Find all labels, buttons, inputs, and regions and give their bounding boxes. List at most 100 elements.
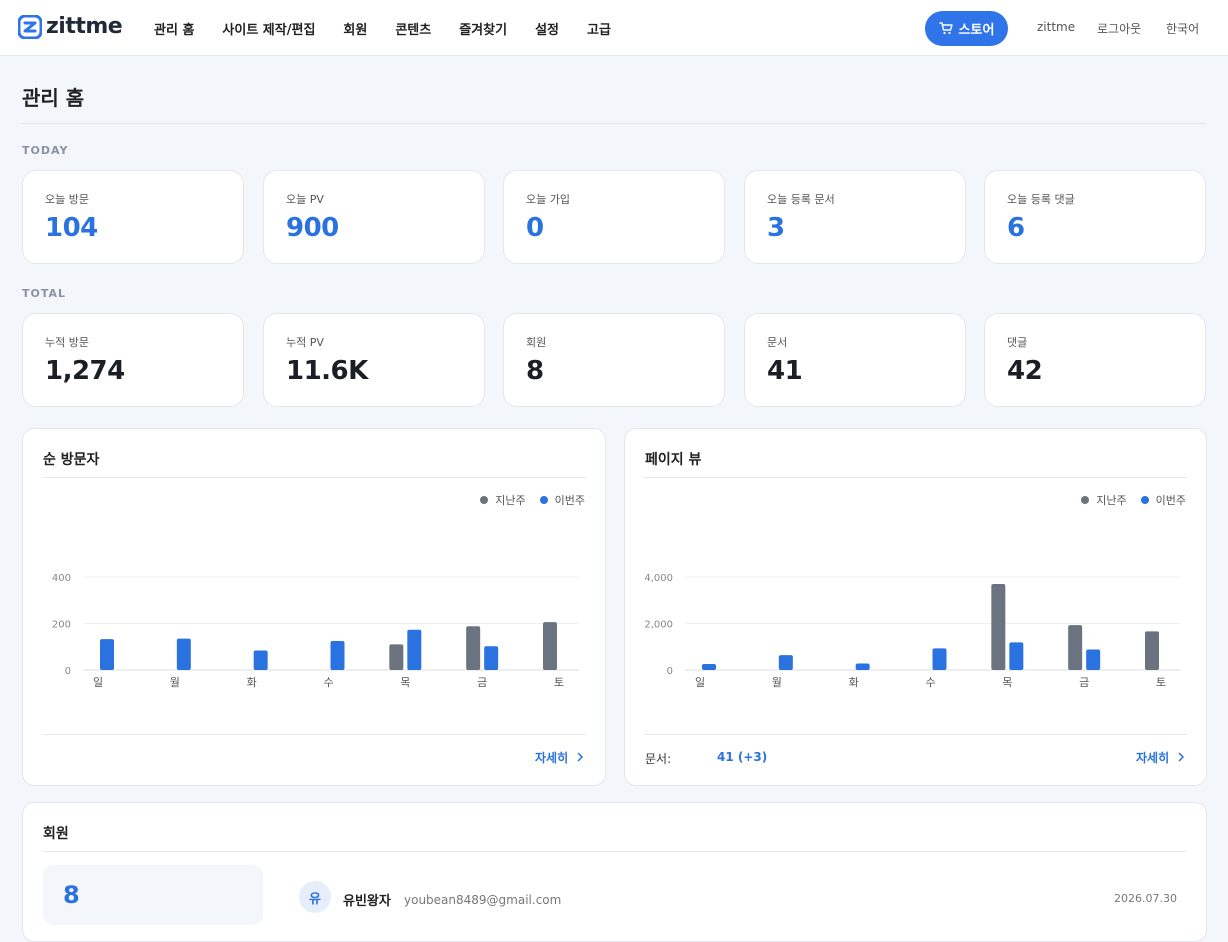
panel-divider [42,851,1187,852]
main-nav: 관리 홈 사이트 제작/편집 회원 콘텐츠 즐겨찾기 설정 고급 [154,0,639,56]
stat-label: 회원 [526,336,547,349]
stat-card-today-signups: 오늘 가입 0 [503,170,725,264]
x-tick-label: 수 [925,676,935,689]
nav-item-favorites[interactable]: 즐겨찾기 [459,19,507,38]
x-tick-label: 금 [477,676,487,689]
stat-value: 41 [767,356,803,386]
pageviews-more-link[interactable]: 자세히 [1136,749,1185,766]
stat-value: 900 [286,213,339,243]
x-tick-label: 월 [772,676,782,689]
legend-item-last-week: 지난주 [480,492,526,508]
stat-card-today-documents: 오늘 등록 문서 3 [744,170,966,264]
legend-swatch [539,496,548,504]
members-panel: 회원 8 유 유빈왕자 youbean8489@gmail.com 2026.0… [22,802,1207,942]
bar-this-week[interactable] [855,663,870,670]
legend-label: 이번주 [554,494,585,507]
bar-last-week[interactable] [991,583,1006,670]
chart-legend: 지난주 이번주 [466,492,585,508]
panel-footer-divider [42,734,586,735]
stat-card-total-visits: 누적 방문 1,274 [22,313,244,407]
stat-card-today-comments: 오늘 등록 댓글 6 [984,170,1206,264]
stat-value: 8 [526,356,544,386]
panel-divider [644,477,1187,478]
stat-value: 104 [45,213,98,243]
more-link-label: 자세히 [535,751,569,765]
panel-title: 회원 [43,826,69,842]
total-section-label: TOTAL [22,287,67,300]
legend-label: 이번주 [1155,494,1186,507]
y-tick-label: 0 [667,666,673,677]
bar-this-week[interactable] [330,640,345,670]
brand-logo-icon [18,14,42,39]
bar-last-week[interactable] [389,644,404,670]
stat-card-today-pv: 오늘 PV 900 [263,170,485,264]
member-name[interactable]: 유빈왕자 [343,890,391,909]
stat-value: 0 [526,213,544,243]
x-tick-label: 목 [400,676,410,689]
stat-value: 1,274 [45,356,125,386]
nav-item-members[interactable]: 회원 [343,19,367,38]
bar-last-week[interactable] [1068,625,1083,670]
bar-this-week[interactable] [253,650,268,670]
nav-item-settings[interactable]: 설정 [535,19,559,38]
cart-icon [938,22,953,35]
stat-card-total-comments: 댓글 42 [984,313,1206,407]
stat-label: 댓글 [1007,336,1028,349]
x-tick-label: 토 [554,676,564,689]
bar-last-week[interactable] [543,622,557,670]
legend-label: 지난주 [495,494,526,507]
brand-name: zittme [46,14,123,39]
nav-item-site-builder[interactable]: 사이트 제작/편집 [222,19,315,38]
bar-this-week[interactable] [176,638,191,670]
page-title: 관리 홈 [22,86,85,110]
stat-label: 오늘 PV [286,193,324,206]
y-tick-label: 2,000 [644,620,673,631]
legend-item-this-week: 이번주 [1140,492,1186,508]
bar-this-week[interactable] [407,629,422,670]
bar-this-week[interactable] [484,646,499,670]
y-tick-label: 0 [65,666,71,677]
logout-link[interactable]: 로그아웃 [1097,20,1141,37]
stat-card-total-documents: 문서 41 [744,313,966,407]
chevron-right-icon [577,752,584,762]
today-section-label: TODAY [22,144,69,157]
legend-swatch [480,496,489,504]
bar-last-week[interactable] [466,626,481,670]
more-link-label: 자세히 [1136,751,1170,765]
brand-logo[interactable]: zittme [18,14,123,39]
stat-label: 누적 PV [286,336,324,349]
member-count: 8 [63,881,80,909]
member-join-date: 2026.07.30 [1114,892,1177,905]
nav-item-advanced[interactable]: 고급 [587,19,611,38]
stat-value: 3 [767,213,785,243]
user-link[interactable]: zittme [1037,20,1075,34]
stat-value: 6 [1007,213,1025,243]
bar-this-week[interactable] [778,655,793,670]
nav-item-admin-home[interactable]: 관리 홈 [154,19,194,38]
nav-item-contents[interactable]: 콘텐츠 [395,19,431,38]
bar-this-week[interactable] [932,648,947,670]
legend-item-last-week: 지난주 [1081,492,1127,508]
bar-this-week[interactable] [702,663,716,670]
stat-label: 오늘 방문 [45,193,89,206]
bar-this-week[interactable] [100,639,114,670]
avatar[interactable]: 유 [299,881,331,913]
stat-card-total-pv: 누적 PV 11.6K [263,313,485,407]
unique-visitors-panel: 0 200 400 일 월 화 수 목 금 토 순 방문자 지난주 이번주 자세히 [22,428,606,786]
store-button[interactable]: 스토어 [925,11,1008,46]
title-divider [22,123,1206,124]
bar-last-week[interactable] [1145,631,1159,670]
visitors-more-link[interactable]: 자세히 [535,749,584,766]
legend-swatch [1081,496,1090,504]
language-selector[interactable]: 한국어 [1166,20,1199,37]
legend-item-this-week: 이번주 [539,492,585,508]
panel-title: 페이지 뷰 [645,452,702,468]
stat-label: 누적 방문 [45,336,89,349]
bar-this-week[interactable] [1086,649,1101,670]
bar-this-week[interactable] [1009,642,1024,670]
y-tick-label: 4,000 [644,573,673,584]
stat-card-total-members: 회원 8 [503,313,725,407]
stat-label: 오늘 가입 [526,193,570,206]
stat-label: 오늘 등록 댓글 [1007,193,1075,206]
panel-title: 순 방문자 [43,452,100,468]
